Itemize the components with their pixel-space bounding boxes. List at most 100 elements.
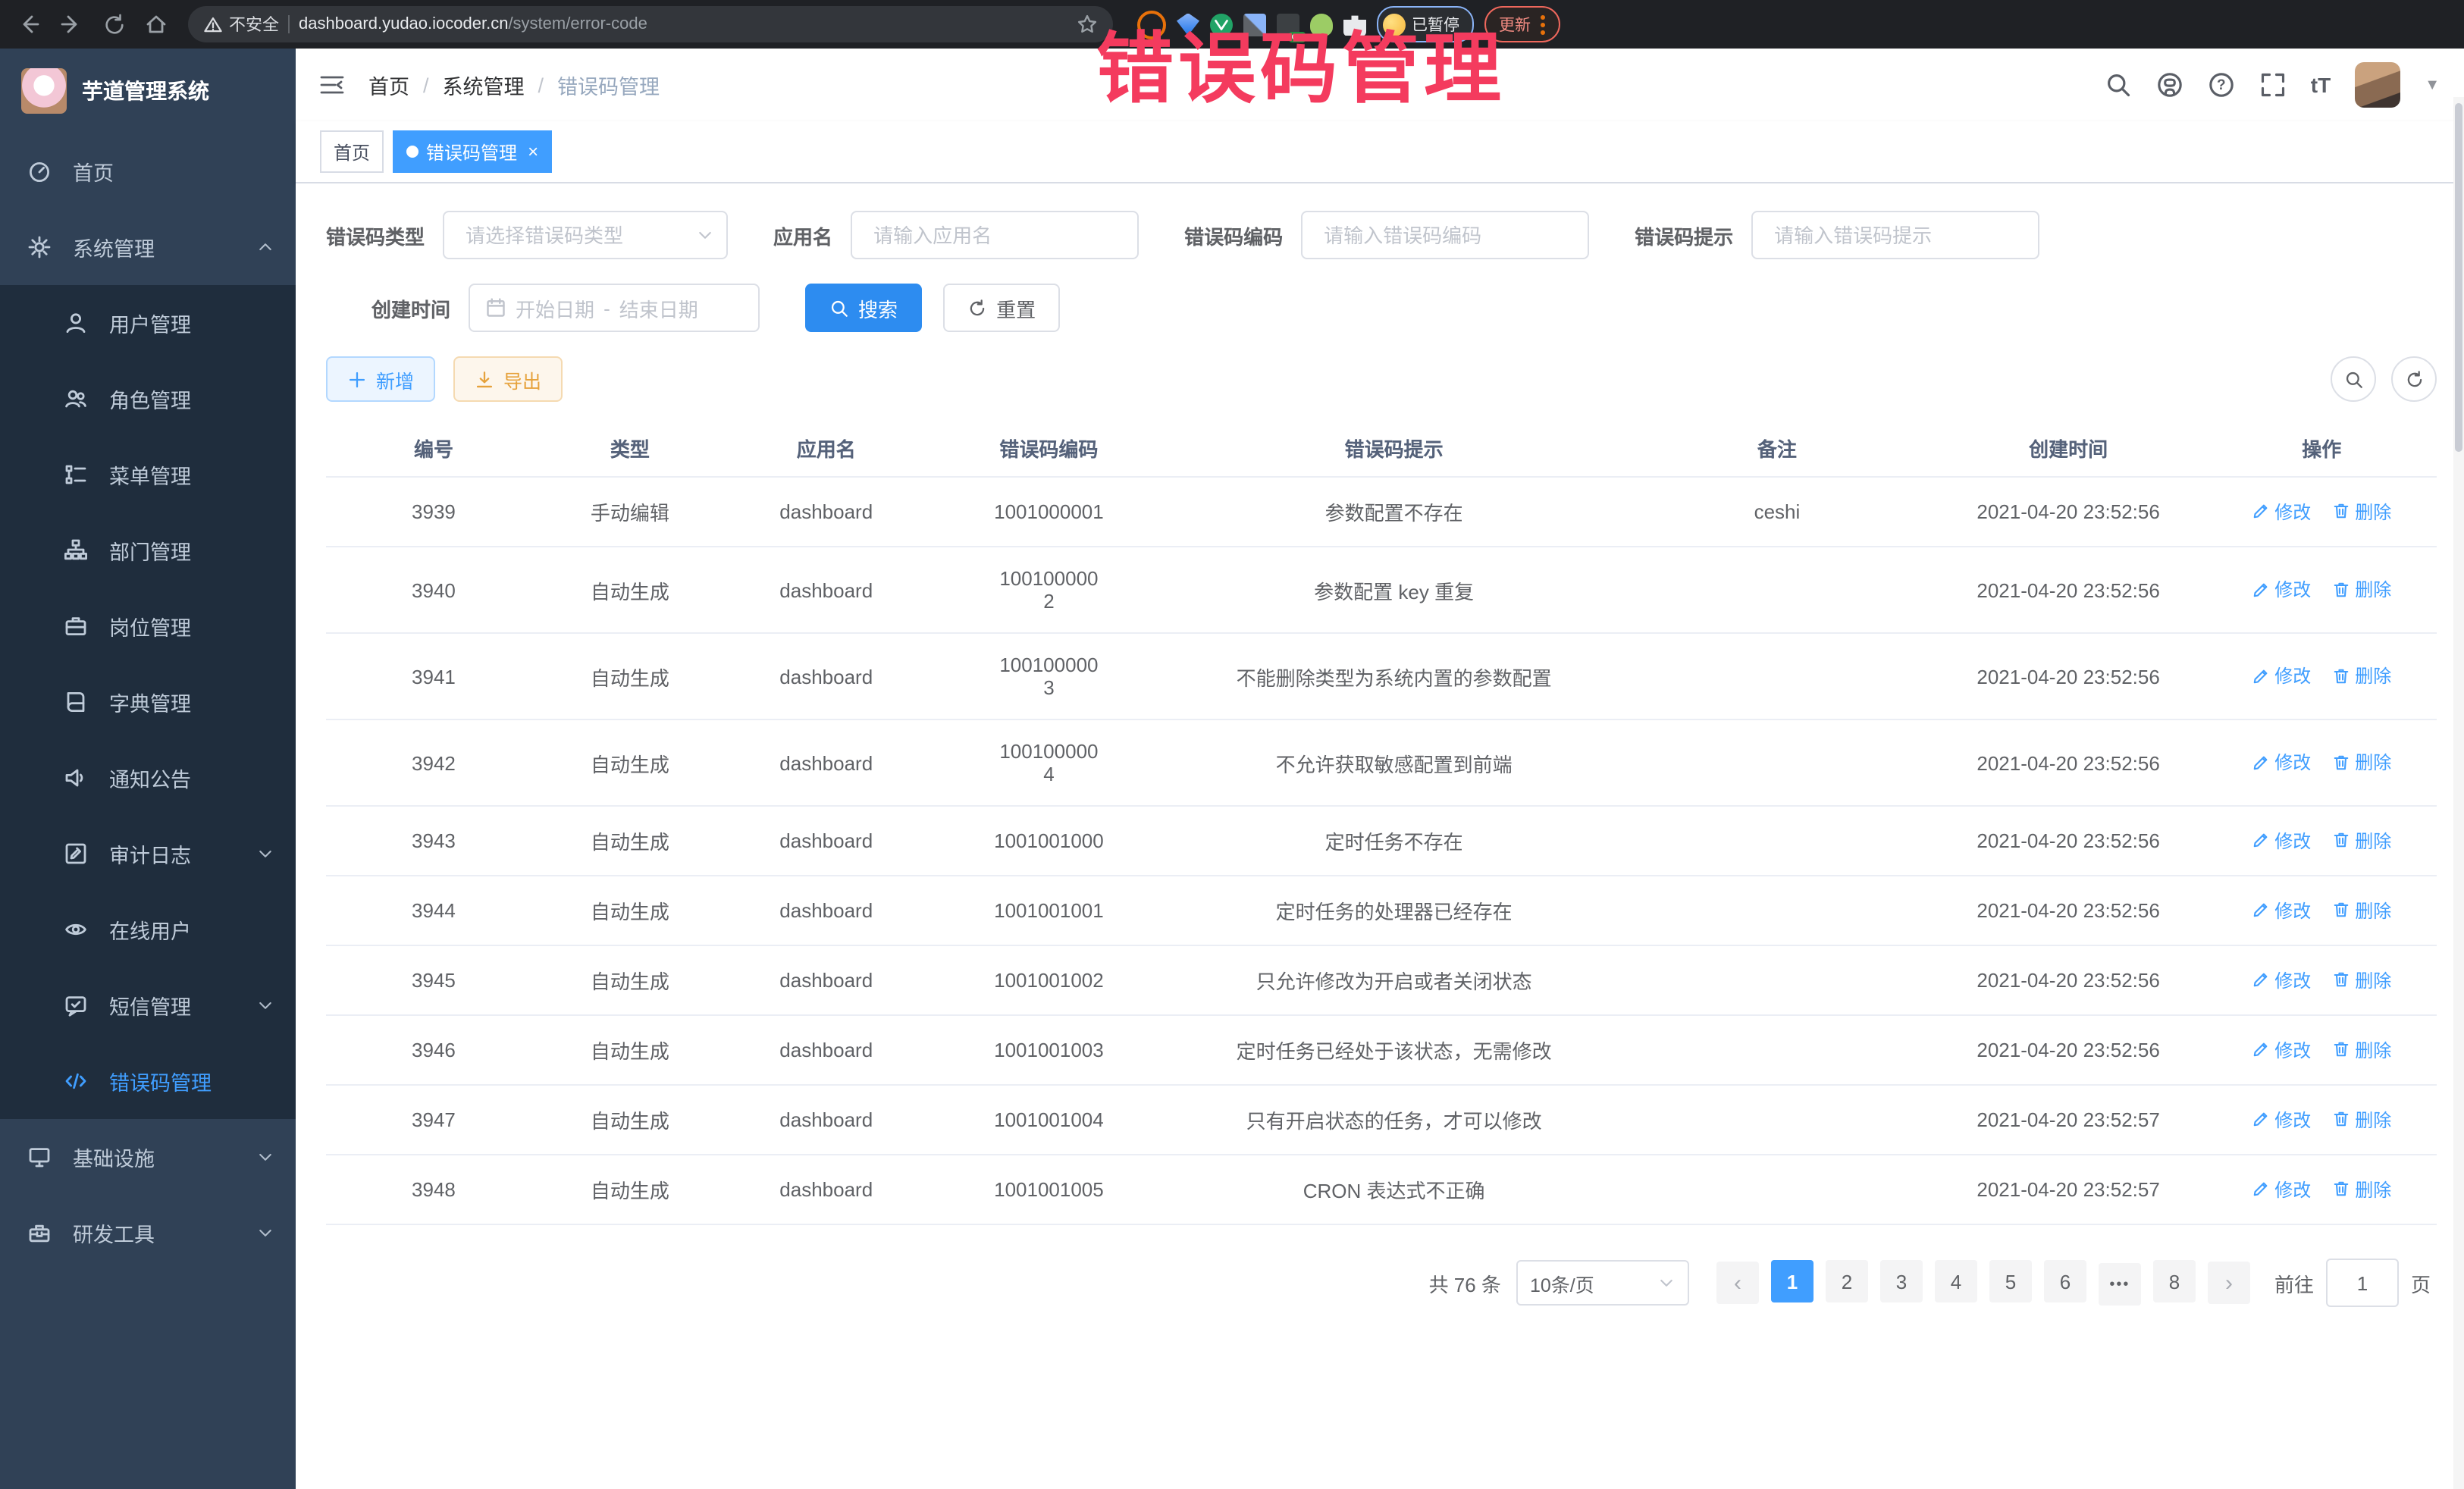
delete-link[interactable]: 删除 [2332,1177,2391,1202]
edit-link[interactable]: 修改 [2252,499,2311,525]
delete-link[interactable]: 删除 [2332,750,2391,776]
delete-link[interactable]: 删除 [2332,1037,2391,1063]
browser-reload-button[interactable] [97,8,130,41]
page-button-4[interactable]: 4 [1935,1260,1977,1302]
extensions-puzzle-icon[interactable] [1343,13,1366,36]
edit-link[interactable]: 修改 [2252,750,2311,776]
user-avatar[interactable] [2355,62,2400,108]
edit-link[interactable]: 修改 [2252,1177,2311,1202]
delete-link[interactable]: 删除 [2332,577,2391,603]
tab-errcode[interactable]: 错误码管理× [393,130,552,173]
browser-back-button[interactable] [12,8,45,41]
filter-created-label: 创建时间 [371,293,450,322]
edit-link[interactable]: 修改 [2252,1037,2311,1063]
scrollbar-thumb[interactable] [2455,103,2462,452]
app-logo[interactable]: 芋道管理系统 [0,49,296,133]
sidebar-item-role[interactable]: 角色管理 [0,361,296,437]
error-code-input[interactable] [1321,222,1569,248]
edit-link[interactable]: 修改 [2252,828,2311,854]
extension-icon-orange[interactable] [1137,10,1166,39]
browser-menu-icon[interactable] [1540,14,1544,34]
github-icon[interactable] [2156,71,2183,99]
breadcrumb-home[interactable]: 首页 [368,70,409,100]
extension-icon-switch[interactable]: on [1277,13,1299,36]
sidebar-item-menu[interactable]: 菜单管理 [0,437,296,513]
search-button[interactable]: 搜索 [805,284,922,332]
sidebar-item-infra[interactable]: 基础设施 [0,1119,296,1195]
page-button-2[interactable]: 2 [1826,1260,1868,1302]
page-more-button[interactable]: ••• [2099,1263,2141,1306]
sidebar-item-home[interactable]: 首页 [0,133,296,209]
delete-link[interactable]: 删除 [2332,1107,2391,1133]
reset-button[interactable]: 重置 [943,284,1060,332]
extension-icon-vue-devtools[interactable] [1210,13,1233,36]
help-icon[interactable]: ? [2208,71,2235,99]
cell-remark [1624,1085,1930,1155]
error-hint-input[interactable] [1771,222,2020,248]
scrollbar[interactable] [2453,97,2464,1489]
delete-link[interactable]: 删除 [2332,663,2391,689]
sidebar-item-dict[interactable]: 字典管理 [0,664,296,740]
address-bar[interactable]: 不安全 dashboard.yudao.iocoder.cn/system/er… [188,6,1113,42]
extension-icon-blue-gem[interactable] [1177,13,1199,36]
sidebar-item-notice[interactable]: 通知公告 [0,740,296,816]
add-button[interactable]: 新增 [326,356,435,402]
delete-link[interactable]: 删除 [2332,499,2391,525]
browser-forward-button[interactable] [55,8,88,41]
cell-code: 1001001001 [934,876,1164,945]
sidebar-item-system[interactable]: 系统管理 [0,209,296,285]
refresh-table-button[interactable] [2391,356,2437,402]
error-hint-field[interactable] [1751,211,2039,259]
breadcrumb-system[interactable]: 系统管理 [443,70,525,100]
fullscreen-icon[interactable] [2259,71,2287,99]
tab-home[interactable]: 首页 [320,130,384,173]
page-button-1[interactable]: 1 [1771,1260,1814,1302]
edit-link[interactable]: 修改 [2252,1107,2311,1133]
edit-link[interactable]: 修改 [2252,663,2311,689]
extension-icon-key[interactable] [1310,13,1333,36]
page-button-8[interactable]: 8 [2153,1260,2196,1302]
column-header: 错误码编码 [934,420,1164,477]
not-secure-warning[interactable]: 不安全 [203,12,279,36]
hamburger-icon[interactable] [317,70,347,100]
error-type-select[interactable] [443,211,728,259]
prev-page-button[interactable]: ‹ [1716,1262,1759,1304]
sidebar-item-sms[interactable]: 短信管理 [0,967,296,1043]
filter-code-label: 错误码编码 [1184,221,1283,249]
page-button-5[interactable]: 5 [1989,1260,2032,1302]
edit-link[interactable]: 修改 [2252,898,2311,923]
edit-link[interactable]: 修改 [2252,967,2311,993]
close-icon[interactable]: × [528,141,538,162]
page-size-select[interactable]: 10条/页 [1516,1260,1689,1306]
toggle-search-button[interactable] [2331,356,2376,402]
profile-paused-badge[interactable]: 已暂停 [1377,6,1473,42]
browser-home-button[interactable] [140,8,173,41]
font-size-icon[interactable]: tT [2311,73,2331,97]
date-range-picker[interactable]: 开始日期 - 结束日期 [469,284,760,332]
edit-link[interactable]: 修改 [2252,577,2311,603]
sidebar-item-devtool[interactable]: 研发工具 [0,1195,296,1271]
delete-link[interactable]: 删除 [2332,898,2391,923]
sidebar-item-dept[interactable]: 部门管理 [0,513,296,588]
bookmark-star-icon[interactable] [1077,14,1098,35]
browser-update-button[interactable]: 更新 [1484,6,1560,42]
app-name-field[interactable] [851,211,1139,259]
sidebar-item-post[interactable]: 岗位管理 [0,588,296,664]
extension-icon-grid[interactable] [1243,13,1266,36]
sidebar-item-audit[interactable]: 审计日志 [0,816,296,892]
jump-page-input[interactable] [2326,1259,2399,1307]
header-search-icon[interactable] [2105,71,2132,99]
avatar-caret-icon[interactable]: ▼ [2425,77,2440,93]
next-page-button[interactable]: › [2208,1262,2250,1304]
sidebar-item-online[interactable]: 在线用户 [0,892,296,967]
export-button[interactable]: 导出 [453,356,563,402]
delete-link[interactable]: 删除 [2332,828,2391,854]
error-type-select-input[interactable] [462,222,696,248]
sidebar-item-errcode[interactable]: 错误码管理 [0,1043,296,1119]
error-code-field[interactable] [1301,211,1589,259]
app-name-input[interactable] [870,222,1119,248]
page-button-3[interactable]: 3 [1880,1260,1923,1302]
sidebar-item-user[interactable]: 用户管理 [0,285,296,361]
page-button-6[interactable]: 6 [2044,1260,2086,1302]
delete-link[interactable]: 删除 [2332,967,2391,993]
